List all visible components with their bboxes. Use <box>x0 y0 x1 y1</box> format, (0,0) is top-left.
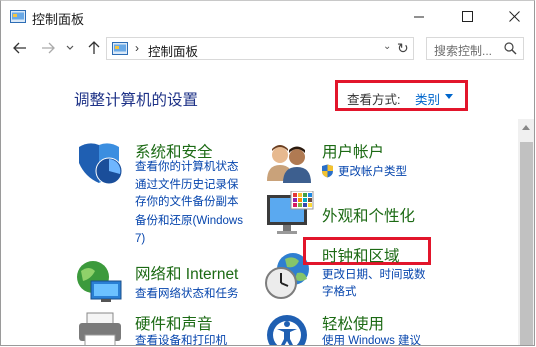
up-button[interactable] <box>85 39 103 57</box>
category-appearance-personalization[interactable]: 外观和个性化 <box>322 204 415 226</box>
page-title: 调整计算机的设置 <box>74 92 199 109</box>
uac-shield-icon <box>322 164 333 178</box>
search-input[interactable]: 搜索控制... <box>426 37 524 60</box>
link-file-history-cont[interactable]: 存你的文件备份副本 <box>135 194 239 210</box>
link-network-status[interactable]: 查看网络状态和任务 <box>135 286 239 302</box>
link-file-history[interactable]: 通过文件历史记录保 <box>135 177 239 193</box>
ease-of-access-icon[interactable] <box>265 313 313 346</box>
recent-locations-button[interactable] <box>64 39 76 57</box>
title-bar[interactable]: 控制面板 <box>1 1 534 33</box>
vertical-scrollbar[interactable] <box>518 119 534 345</box>
control-panel-icon <box>10 10 26 23</box>
up-arrow-icon <box>88 41 100 54</box>
category-hardware-sound[interactable]: 硬件和声音 <box>135 312 213 334</box>
link-backup-restore[interactable]: 备份和还原(Windows <box>135 213 243 229</box>
category-ease-of-access[interactable]: 轻松使用 <box>322 312 384 334</box>
link-change-date-time[interactable]: 更改日期、时间或数 <box>322 267 426 283</box>
back-button[interactable] <box>11 39 29 57</box>
scroll-up-arrow-icon[interactable] <box>522 125 530 130</box>
control-panel-window: 控制面板 › 控制面板 ⌄ ↻ 搜索控制... 调整计算机的设置 查看方式: 类… <box>0 0 535 346</box>
link-backup-restore-cont[interactable]: 7) <box>135 231 145 247</box>
breadcrumb-separator: › <box>135 41 139 55</box>
refresh-icon[interactable]: ↻ <box>397 40 409 57</box>
category-user-accounts[interactable]: 用户帐户 <box>322 140 384 162</box>
view-by-label: 查看方式: <box>347 93 401 107</box>
close-icon <box>508 11 520 22</box>
search-icon[interactable] <box>504 42 517 55</box>
category-clock-region[interactable]: 时钟和区域 <box>322 244 400 266</box>
link-change-account-type[interactable]: 更改帐户类型 <box>338 164 407 180</box>
address-dropdown-icon[interactable]: ⌄ <box>383 41 391 52</box>
navigation-bar: › 控制面板 ⌄ ↻ 搜索控制... <box>1 33 534 65</box>
link-view-computer-status[interactable]: 查看你的计算机状态 <box>135 159 239 175</box>
forward-arrow-icon <box>42 42 55 54</box>
view-by-value[interactable]: 类别 <box>415 89 440 108</box>
control-panel-icon <box>112 42 128 55</box>
address-bar[interactable]: › 控制面板 ⌄ ↻ <box>106 37 414 60</box>
view-by-selector[interactable]: 查看方式: 类别 <box>335 80 468 111</box>
window-title: 控制面板 <box>32 12 85 27</box>
link-change-date-time-cont[interactable]: 字格式 <box>322 284 357 300</box>
scroll-thumb[interactable] <box>520 142 533 345</box>
search-placeholder: 搜索控制... <box>434 44 493 58</box>
chevron-down-icon <box>66 45 74 50</box>
appearance-display-icon[interactable] <box>265 191 315 237</box>
shield-icon[interactable] <box>75 141 125 187</box>
forward-button[interactable] <box>39 39 57 57</box>
minimize-icon <box>413 16 424 18</box>
link-windows-suggestions[interactable]: 使用 Windows 建议 <box>322 333 421 345</box>
link-devices-printers[interactable]: 查看设备和打印机 <box>135 333 227 345</box>
maximize-button[interactable] <box>444 1 490 32</box>
category-network-internet[interactable]: 网络和 Internet <box>135 262 238 284</box>
minimize-button[interactable] <box>396 1 442 32</box>
breadcrumb-item[interactable]: 控制面板 <box>148 41 198 60</box>
back-arrow-icon <box>13 42 26 54</box>
dropdown-caret-icon[interactable] <box>445 94 453 99</box>
maximize-icon <box>461 11 473 22</box>
printer-icon[interactable] <box>75 311 125 346</box>
network-globe-icon[interactable] <box>73 259 125 305</box>
user-accounts-icon[interactable] <box>265 141 313 185</box>
close-button[interactable] <box>491 1 534 32</box>
